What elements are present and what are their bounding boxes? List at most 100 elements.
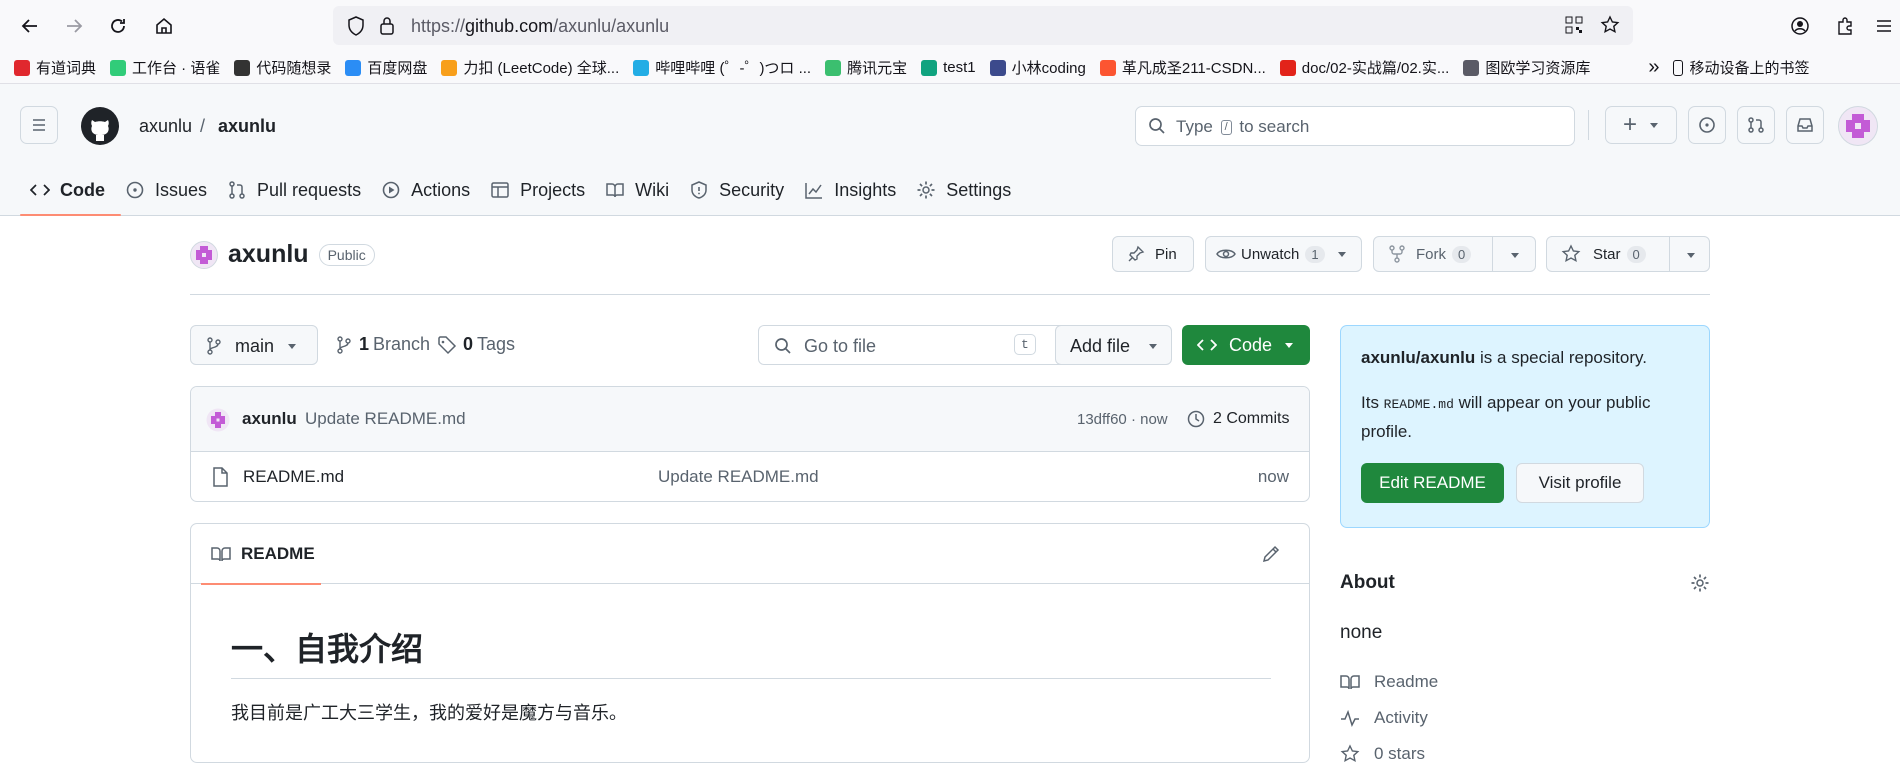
reload-button[interactable] bbox=[104, 12, 132, 40]
tag-count-label: Tags bbox=[477, 334, 516, 354]
add-file-label: Add file bbox=[1070, 336, 1131, 356]
search-icon bbox=[775, 338, 791, 354]
address-bar[interactable]: https://github.com/axunlu/axunlu bbox=[333, 6, 1633, 45]
bookmark-item[interactable]: 力扣 (LeetCode) 全球... bbox=[441, 57, 619, 78]
bookmark-favicon bbox=[633, 59, 650, 76]
bookmark-item[interactable]: 腾讯元宝 bbox=[825, 57, 907, 78]
special-repo-name: axunlu/axunlu bbox=[1361, 348, 1476, 367]
global-menu-button[interactable] bbox=[20, 106, 58, 144]
bookmarks-overflow-button[interactable]: » bbox=[1648, 56, 1659, 79]
tab-label: Issues bbox=[155, 179, 208, 200]
back-button[interactable] bbox=[16, 12, 44, 40]
bookmark-item[interactable]: 有道词典 bbox=[14, 57, 96, 78]
extensions-button[interactable] bbox=[1831, 12, 1859, 40]
bookmark-item[interactable]: 哔哩哔哩 (゜-゜)つロ ... bbox=[633, 57, 811, 78]
forward-button[interactable] bbox=[60, 12, 88, 40]
code-dropdown-button[interactable]: Code bbox=[1182, 325, 1310, 365]
tags-link[interactable]: 0 Tags bbox=[437, 334, 515, 355]
search-input[interactable]: Type / to search bbox=[1135, 106, 1575, 146]
home-button[interactable] bbox=[150, 12, 178, 40]
tab-label: Security bbox=[719, 179, 785, 200]
repo-header-divider bbox=[190, 294, 1710, 295]
mobile-bookmarks[interactable]: 移动设备上的书签 bbox=[1673, 57, 1810, 78]
watch-button[interactable]: Unwatch 1 bbox=[1205, 236, 1362, 272]
go-to-file-shortcut-key: t bbox=[1014, 334, 1036, 355]
gear-icon[interactable] bbox=[1690, 573, 1710, 593]
bookmark-item[interactable]: 图欧学习资源库 bbox=[1463, 57, 1590, 78]
caret-down-icon bbox=[288, 344, 296, 349]
pencil-icon[interactable] bbox=[1261, 544, 1281, 564]
home-icon bbox=[156, 17, 172, 34]
bookmark-item[interactable]: 代码随想录 bbox=[234, 57, 331, 78]
tab-projects[interactable]: Projects bbox=[488, 164, 599, 216]
search-placeholder: Type / to search bbox=[1176, 117, 1309, 137]
bookmark-item[interactable]: test1 bbox=[921, 59, 976, 76]
tab-settings[interactable]: Settings bbox=[914, 164, 1025, 216]
commits-link[interactable]: 2 Commits bbox=[1213, 410, 1289, 428]
bookmark-item[interactable]: 革凡成圣211-CSDN... bbox=[1099, 57, 1266, 78]
bookmark-favicon bbox=[921, 59, 938, 76]
breadcrumb-owner[interactable]: axunlu bbox=[139, 116, 192, 137]
bookmark-item[interactable]: doc/02-实战篇/02.实... bbox=[1279, 57, 1450, 78]
tab-code[interactable]: Code bbox=[20, 164, 121, 216]
file-commit-message[interactable]: Update README.md bbox=[658, 467, 819, 487]
file-name[interactable]: README.md bbox=[243, 467, 344, 487]
app-menu-button[interactable] bbox=[1870, 12, 1898, 40]
commit-hash-time[interactable]: 13dff60 · now bbox=[1077, 411, 1168, 428]
branch-select[interactable]: main bbox=[190, 325, 318, 365]
tab-pull-requests[interactable]: Pull requests bbox=[225, 164, 375, 216]
tab-security[interactable]: Security bbox=[687, 164, 798, 216]
pin-button[interactable]: Pin bbox=[1112, 236, 1194, 272]
inbox-button[interactable] bbox=[1786, 106, 1824, 144]
commit-message[interactable]: Update README.md bbox=[305, 409, 466, 429]
tab-insights[interactable]: Insights bbox=[802, 164, 910, 216]
bookmark-label: doc/02-实战篇/02.实... bbox=[1301, 60, 1450, 77]
issues-button[interactable] bbox=[1688, 106, 1726, 144]
bookmark-star-icon[interactable] bbox=[1600, 15, 1620, 35]
tab-actions[interactable]: Actions bbox=[379, 164, 484, 216]
plus-icon: + bbox=[1622, 111, 1637, 138]
edit-readme-button[interactable]: Edit README bbox=[1361, 463, 1504, 503]
create-new-button[interactable]: + bbox=[1605, 106, 1677, 144]
star-button[interactable]: Star 0 bbox=[1546, 236, 1710, 272]
commit-author[interactable]: axunlu bbox=[242, 409, 297, 429]
go-to-file-input[interactable]: Go to file t bbox=[758, 325, 1078, 365]
caret-down-icon bbox=[1337, 252, 1346, 257]
bookmark-label: 百度网盘 bbox=[367, 60, 428, 77]
tab-label: Pull requests bbox=[257, 179, 362, 200]
repo-name[interactable]: axunlu bbox=[228, 240, 309, 269]
bookmark-label: 哔哩哔哩 (゜-゜)つロ ... bbox=[655, 60, 812, 77]
arrow-right-icon bbox=[67, 19, 83, 33]
avatar[interactable] bbox=[1838, 106, 1878, 146]
tab-issues[interactable]: Issues bbox=[123, 164, 221, 216]
fork-icon bbox=[1389, 245, 1405, 263]
readme-paragraph: 我目前是广工大三学生，我的爱好是魔方与音乐。 bbox=[231, 703, 627, 724]
star-label: Star bbox=[1593, 245, 1621, 263]
breadcrumb-repo[interactable]: axunlu bbox=[218, 116, 276, 137]
github-logo-icon[interactable] bbox=[80, 106, 120, 146]
table-row[interactable]: README.md Update README.md now bbox=[191, 452, 1309, 501]
add-file-button[interactable]: Add file bbox=[1055, 325, 1172, 365]
qr-code-icon[interactable] bbox=[1565, 16, 1583, 34]
visit-profile-button[interactable]: Visit profile bbox=[1516, 463, 1644, 503]
bookmark-favicon bbox=[825, 59, 842, 76]
readme-tab[interactable]: README bbox=[201, 524, 321, 585]
star-icon bbox=[1561, 244, 1581, 263]
about-stars-link[interactable]: 0 stars bbox=[1340, 744, 1425, 764]
about-activity-link[interactable]: Activity bbox=[1340, 708, 1428, 728]
caret-down-icon bbox=[1687, 253, 1695, 258]
pull-requests-button[interactable] bbox=[1737, 106, 1775, 144]
fork-button[interactable]: Fork 0 bbox=[1373, 236, 1536, 272]
bookmark-item[interactable]: 工作台 · 语雀 bbox=[110, 57, 220, 78]
branches-link[interactable]: 1 Branch bbox=[335, 334, 430, 355]
special-repo-notice: axunlu/axunlu is a special repository. I… bbox=[1340, 325, 1710, 528]
account-button[interactable] bbox=[1786, 12, 1814, 40]
bookmark-label: test1 bbox=[943, 59, 976, 76]
bookmark-item[interactable]: 百度网盘 bbox=[345, 57, 427, 78]
bookmark-item[interactable]: 小林coding bbox=[989, 57, 1086, 78]
issue-icon bbox=[1699, 117, 1715, 133]
about-readme-link[interactable]: Readme bbox=[1340, 672, 1438, 692]
tab-wiki[interactable]: Wiki bbox=[603, 164, 683, 216]
mobile-bookmarks-label: 移动设备上的书签 bbox=[1689, 60, 1810, 77]
avatar[interactable] bbox=[206, 408, 230, 432]
